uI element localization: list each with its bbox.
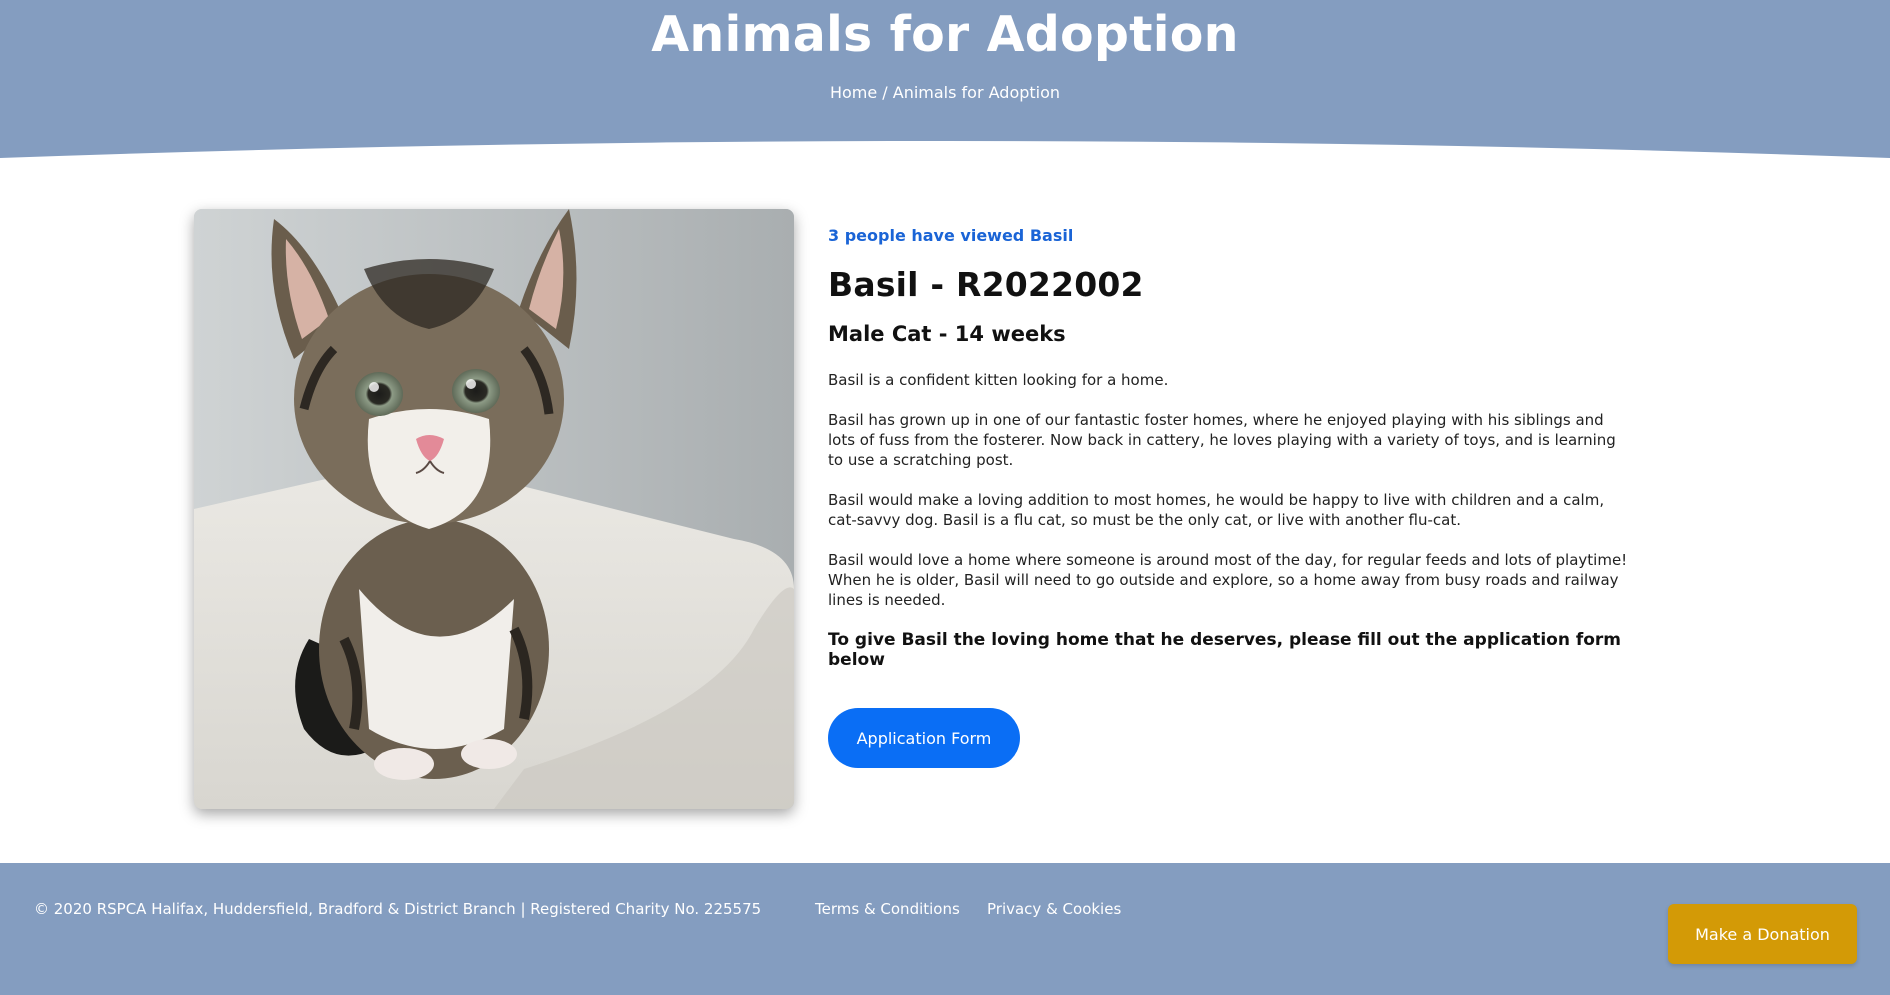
breadcrumb-separator: / [877, 83, 893, 102]
page-footer: © 2020 RSPCA Halifax, Huddersfield, Brad… [0, 863, 1890, 995]
description-paragraph: Basil would love a home where someone is… [828, 551, 1628, 609]
copyright-text: © 2020 RSPCA Halifax, Huddersfield, Brad… [34, 900, 762, 918]
description-paragraph: Basil would make a loving addition to mo… [828, 491, 1605, 529]
terms-link[interactable]: Terms & Conditions [815, 900, 960, 918]
animal-summary: Male Cat - 14 weeks [828, 322, 1066, 346]
view-count: 3 people have viewed Basil [828, 226, 1074, 245]
animal-photo [194, 209, 794, 809]
kitten-photo-illustration [194, 209, 794, 809]
breadcrumb-home-link[interactable]: Home [830, 83, 877, 102]
breadcrumb: Home / Animals for Adoption [0, 83, 1890, 102]
breadcrumb-current-link[interactable]: Animals for Adoption [893, 83, 1060, 102]
donate-button[interactable]: Make a Donation [1668, 904, 1857, 964]
page-title: Animals for Adoption [651, 6, 1239, 63]
description-paragraph: Basil has grown up in one of our fantast… [828, 411, 1616, 469]
animal-details: 3 people have viewed Basil Basil - R2022… [828, 226, 1628, 768]
call-to-action: To give Basil the loving home that he de… [828, 630, 1622, 670]
animal-name: Basil - R2022002 [828, 265, 1144, 304]
application-form-button[interactable]: Application Form [828, 708, 1020, 768]
privacy-link[interactable]: Privacy & Cookies [987, 900, 1121, 918]
header-wave-divider [0, 141, 1890, 174]
description-paragraph: Basil is a confident kitten looking for … [828, 371, 1169, 389]
